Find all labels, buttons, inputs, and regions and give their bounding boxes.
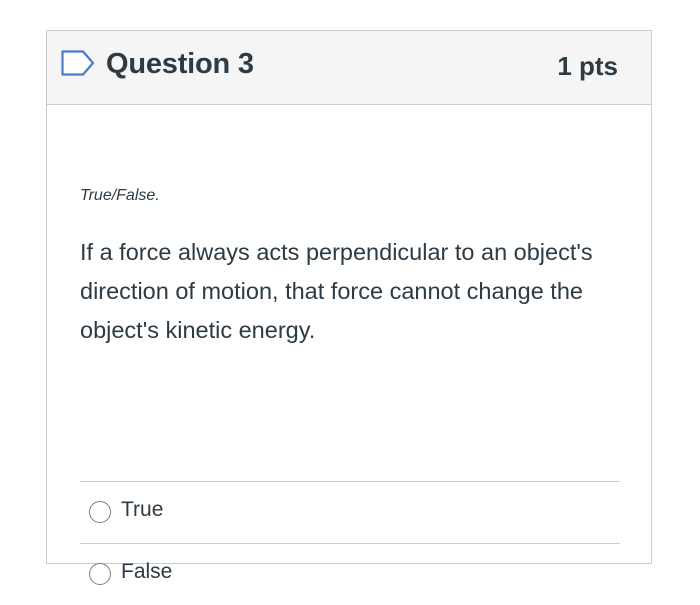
question-title: Question 3 [106,48,254,80]
answer-option-false[interactable]: False [80,543,620,605]
answer-label-true[interactable]: True [121,498,163,522]
question-type-label: True/False. [80,187,160,204]
answer-label-false[interactable]: False [121,560,172,584]
question-text: If a force always acts perpendicular to … [80,239,593,343]
question-header: Question 3 1 pts [47,31,651,105]
question-body: True/False. If a force always acts perpe… [47,105,651,585]
radio-button-true[interactable] [89,501,111,523]
answer-option-true[interactable]: True [80,481,620,543]
question-card: Question 3 1 pts True/False. If a force … [46,30,652,585]
bookmark-flag-icon[interactable] [61,50,95,76]
answer-list: True False [80,481,620,605]
question-points: 1 pts [557,51,618,81]
